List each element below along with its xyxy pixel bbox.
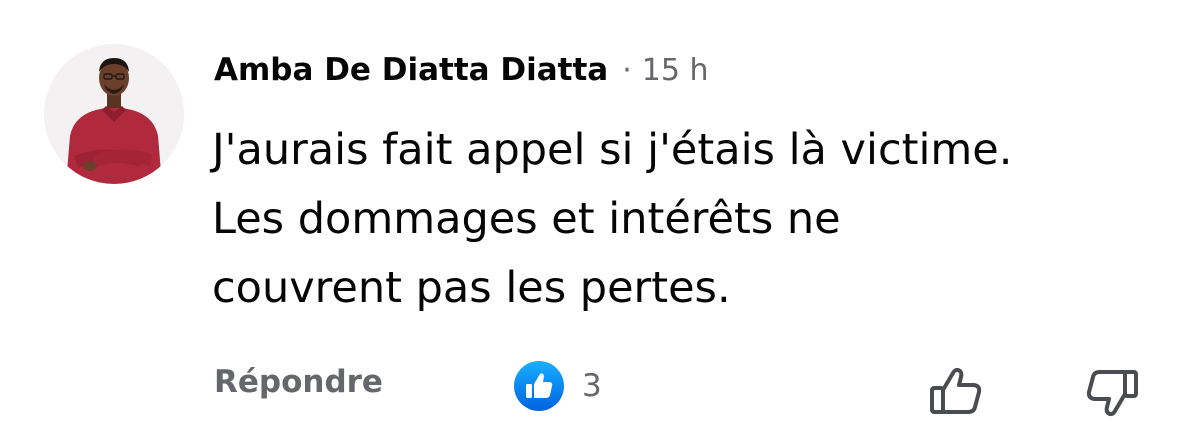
separator-dot: ·	[622, 53, 632, 88]
like-thumb-icon	[514, 361, 564, 411]
reaction-count: 3	[582, 368, 602, 404]
thumbs-up-outline-icon[interactable]	[926, 362, 986, 422]
avatar-photo	[44, 44, 184, 184]
author-name[interactable]: Amba De Diatta Diatta	[214, 52, 608, 88]
thumbs-down-outline-icon[interactable]	[1082, 362, 1142, 422]
comment: Amba De Diatta Diatta · 15 h J'aurais fa…	[0, 0, 1200, 428]
reply-button[interactable]: Répondre	[214, 364, 383, 400]
reaction-summary[interactable]: 3	[514, 361, 602, 411]
comment-text: J'aurais fait appel si j'étais là victim…	[212, 116, 1172, 323]
comment-text-line: couvrent pas les pertes.	[212, 263, 731, 313]
avatar[interactable]	[44, 44, 184, 184]
timestamp[interactable]: 15 h	[642, 53, 709, 88]
comment-header: Amba De Diatta Diatta · 15 h	[214, 52, 709, 92]
comment-actions: Répondre 3	[0, 350, 1200, 420]
comment-text-line: Les dommages et intérêts ne	[212, 194, 841, 244]
comment-text-line: J'aurais fait appel si j'étais là victim…	[212, 125, 1013, 175]
